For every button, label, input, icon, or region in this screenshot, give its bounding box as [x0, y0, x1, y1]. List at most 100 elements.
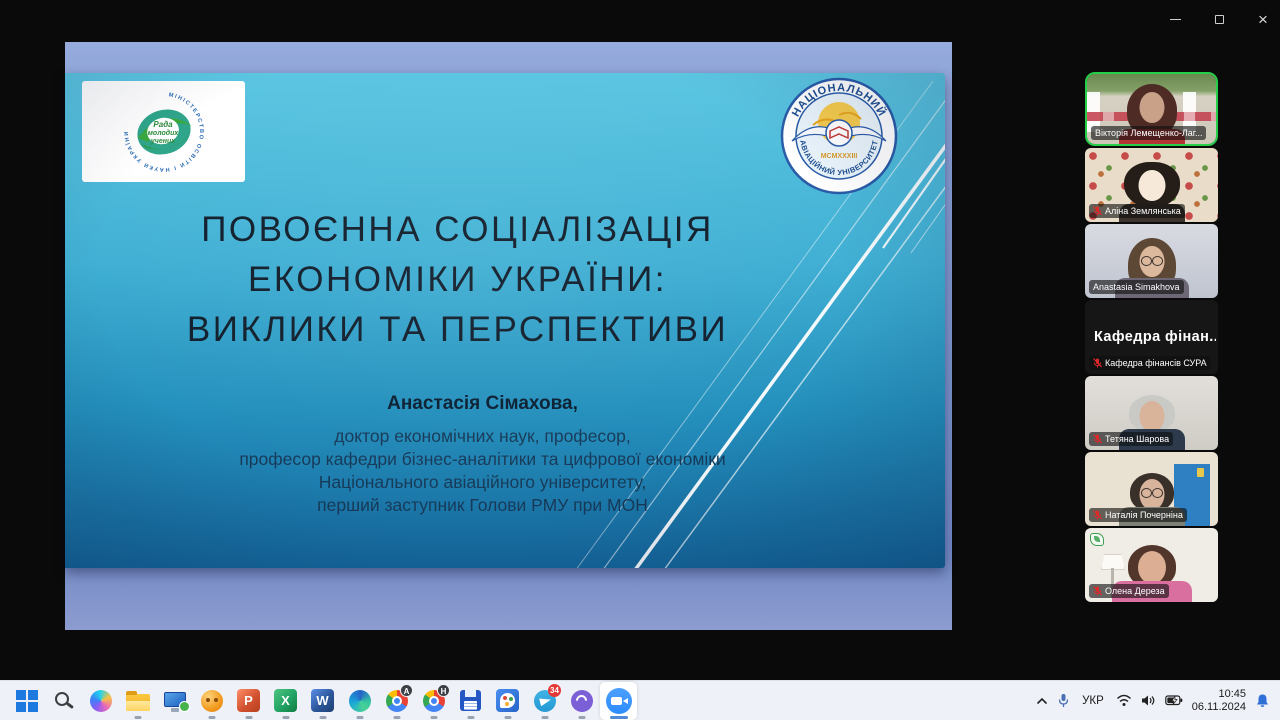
muted-mic-icon — [1093, 434, 1102, 444]
word-glyph: W — [311, 689, 334, 712]
young-scientists-council-logo: МІНІСТЕРСТВО ОСВІТИ І НАУКИ УКРАЇНИ Рада… — [82, 81, 245, 182]
participant-nametag: Anastasia Simakhova — [1089, 280, 1184, 294]
credential-line-2: професор кафедри бізнес-аналітики та циф… — [65, 448, 900, 471]
participant-tile-7[interactable]: Олена Дереза — [1085, 528, 1218, 602]
hidden-icons-chevron[interactable] — [1036, 695, 1048, 707]
participant-nametag: Наталія Почерніна — [1089, 508, 1187, 522]
svg-text:учених: учених — [149, 138, 175, 145]
powerpoint-glyph: P — [237, 689, 260, 712]
participant-nametag: Аліна Землянська — [1089, 204, 1185, 218]
emblem-year: MCMXXXIII — [821, 153, 858, 160]
chrome-profile-a-icon[interactable]: A — [378, 682, 415, 720]
viber-icon[interactable] — [563, 682, 600, 720]
title-line-2: ЕКОНОМІКИ УКРАЇНИ: — [65, 255, 850, 305]
person-glasses — [1140, 256, 1164, 265]
person-face — [1139, 92, 1164, 123]
search-glyph — [55, 692, 69, 706]
app-badge: A — [400, 684, 413, 697]
window-controls: × — [1164, 8, 1274, 30]
restore-icon — [1215, 15, 1224, 24]
viber-glyph — [571, 690, 593, 712]
battery-icon[interactable] — [1165, 695, 1183, 706]
clock[interactable]: 10:45 06.11.2024 — [1192, 688, 1246, 714]
credential-line-3: Національного авіаційного університету, — [65, 471, 900, 494]
xnview-icon[interactable] — [193, 682, 230, 720]
muted-mic-icon — [1093, 510, 1102, 520]
participant-name: Anastasia Simakhova — [1093, 282, 1180, 292]
participants-sidebar: Вікторія Лемещенко-Лаг... — [1085, 72, 1218, 602]
floppy-disk-app-icon[interactable] — [452, 682, 489, 720]
close-button[interactable]: × — [1252, 8, 1274, 30]
participant-name: Олена Дереза — [1105, 586, 1165, 596]
muted-mic-icon — [1093, 586, 1102, 596]
edge-glyph — [349, 690, 371, 712]
participant-tile-6[interactable]: Наталія Почерніна — [1085, 452, 1218, 526]
paint-icon[interactable] — [489, 682, 526, 720]
participant-tile-2[interactable]: Аліна Землянська — [1085, 148, 1218, 222]
notifications-bell-icon[interactable] — [1255, 693, 1270, 708]
powerpoint-icon[interactable]: P — [230, 682, 267, 720]
minimize-button[interactable] — [1164, 8, 1186, 30]
copilot-glyph — [90, 690, 112, 712]
title-line-3: ВИКЛИКИ ТА ПЕРСПЕКТИВИ — [65, 305, 850, 355]
participant-name: Вікторія Лемещенко-Лаг... — [1095, 128, 1202, 138]
volume-icon[interactable] — [1141, 694, 1156, 707]
app-badge: 34 — [548, 684, 561, 697]
muted-mic-icon — [1093, 206, 1102, 216]
taskbar-apps: PXW A H 34 — [8, 682, 637, 720]
copilot-icon[interactable] — [82, 682, 119, 720]
language-indicator[interactable]: УКР — [1079, 695, 1107, 707]
participant-tile-3[interactable]: Anastasia Simakhova — [1085, 224, 1218, 298]
participant-nametag: Вікторія Лемещенко-Лаг... — [1091, 126, 1206, 140]
participant-tile-4[interactable]: Кафедра фінан... Кафедра фінансів СУРА — [1085, 300, 1218, 374]
microphone-in-use-icon[interactable] — [1057, 693, 1070, 708]
participant-nametag: Кафедра фінансів СУРА — [1089, 356, 1211, 370]
no-video-display-name: Кафедра фінан... — [1094, 329, 1216, 345]
pc-glyph — [164, 692, 186, 707]
excel-icon[interactable]: X — [267, 682, 304, 720]
app-badge: H — [437, 684, 450, 697]
explorer-glyph — [126, 694, 150, 711]
window-titlebar: × — [0, 0, 1280, 42]
logo-center-text: Рада — [153, 120, 173, 129]
participant-tile-1[interactable]: Вікторія Лемещенко-Лаг... — [1085, 72, 1218, 146]
aviation-university-emblem: MCMXXXIII НАЦІОНАЛЬНИЙ АВІАЦІЙНИЙ УНІВЕР… — [778, 75, 900, 197]
author-name: Анастасія Сімахова, — [65, 393, 900, 415]
participant-name: Тетяна Шарова — [1105, 434, 1169, 444]
close-icon: × — [1258, 11, 1268, 28]
zoom-icon[interactable] — [600, 682, 637, 720]
credential-line-4: перший заступник Голови РМУ при МОН — [65, 494, 900, 517]
file-explorer-icon[interactable] — [119, 682, 156, 720]
floppy-glyph — [460, 690, 481, 711]
start-glyph — [16, 690, 26, 700]
xnview-glyph — [201, 690, 223, 712]
minimize-icon — [1170, 19, 1181, 20]
start-icon[interactable] — [8, 682, 45, 720]
participant-nametag: Тетяна Шарова — [1089, 432, 1173, 446]
system-tray: УКР — [1036, 681, 1280, 720]
participant-tile-5[interactable]: Тетяна Шарова — [1085, 376, 1218, 450]
excel-glyph: X — [274, 689, 297, 712]
person-face — [1138, 551, 1166, 584]
chrome-profile-h-icon[interactable]: H — [415, 682, 452, 720]
participant-name: Аліна Землянська — [1105, 206, 1181, 216]
slide-title: ПОВОЄННА СОЦІАЛІЗАЦІЯ ЕКОНОМІКИ УКРАЇНИ:… — [65, 205, 850, 355]
participant-nametag: Олена Дереза — [1089, 584, 1169, 598]
search-icon[interactable] — [45, 682, 82, 720]
leaf-logo-icon — [1090, 533, 1104, 546]
restore-button[interactable] — [1208, 8, 1230, 30]
word-icon[interactable]: W — [304, 682, 341, 720]
person-face — [1139, 401, 1164, 432]
participant-name: Кафедра фінансів СУРА — [1105, 358, 1207, 368]
credential-line-1: доктор економічних наук, професор, — [65, 425, 900, 448]
this-pc-icon[interactable] — [156, 682, 193, 720]
person-glasses — [1140, 488, 1164, 497]
tray-time: 10:45 — [1192, 688, 1246, 701]
svg-text:молодих: молодих — [147, 129, 179, 137]
paint-glyph — [496, 689, 519, 712]
microsoft-edge-icon[interactable] — [341, 682, 378, 720]
telegram-icon[interactable]: 34 — [526, 682, 563, 720]
taskbar: PXW A H 34 УКР — [0, 680, 1280, 720]
slide-author-block: Анастасія Сімахова, доктор економічних н… — [65, 393, 900, 517]
wifi-icon[interactable] — [1116, 694, 1132, 707]
